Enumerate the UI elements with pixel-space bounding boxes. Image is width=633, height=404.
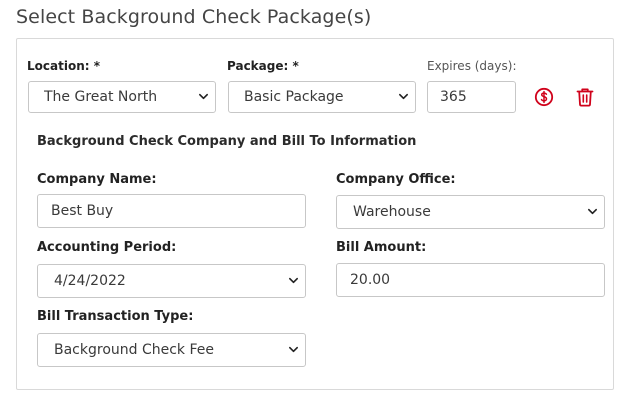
- bill-transaction-type-value: Background Check Fee: [54, 342, 215, 358]
- bill-transaction-type-select[interactable]: Background Check Fee: [37, 333, 306, 367]
- accounting-period-value: 4/24/2022: [54, 273, 126, 289]
- chevron-down-icon: [199, 93, 208, 100]
- bill-amount-value: 20.00: [350, 272, 391, 288]
- expires-label: Expires (days):: [427, 59, 517, 73]
- company-name-label: Company Name:: [37, 172, 157, 187]
- location-select[interactable]: The Great North: [28, 81, 216, 113]
- section-title: Background Check Company and Bill To Inf…: [37, 134, 417, 149]
- expires-input-value: 365: [440, 89, 467, 105]
- dollar-circle-icon: [534, 87, 554, 107]
- package-panel: Location: * The Great North Package: * B…: [16, 38, 614, 390]
- package-select[interactable]: Basic Package: [228, 81, 416, 113]
- company-name-value: Best Buy: [51, 203, 114, 219]
- bill-amount-input[interactable]: 20.00: [336, 263, 605, 297]
- page-title: Select Background Check Package(s): [16, 6, 372, 28]
- location-label: Location: *: [27, 59, 100, 73]
- trash-icon: [576, 88, 594, 107]
- company-office-label: Company Office:: [336, 172, 456, 187]
- chevron-down-icon: [289, 346, 298, 353]
- location-select-value: The Great North: [44, 89, 158, 105]
- delete-button[interactable]: [574, 86, 596, 108]
- package-label: Package: *: [227, 59, 299, 73]
- billing-button[interactable]: [533, 86, 555, 108]
- company-name-input[interactable]: Best Buy: [37, 194, 306, 228]
- bill-transaction-type-label: Bill Transaction Type:: [37, 309, 194, 324]
- expires-input[interactable]: 365: [427, 81, 516, 113]
- company-office-select[interactable]: Warehouse: [336, 195, 605, 229]
- bill-amount-label: Bill Amount:: [336, 240, 427, 255]
- chevron-down-icon: [399, 93, 408, 100]
- chevron-down-icon: [588, 208, 597, 215]
- company-office-value: Warehouse: [353, 204, 431, 220]
- accounting-period-select[interactable]: 4/24/2022: [37, 264, 306, 298]
- chevron-down-icon: [289, 277, 298, 284]
- package-select-value: Basic Package: [244, 89, 344, 105]
- accounting-period-label: Accounting Period:: [37, 240, 177, 255]
